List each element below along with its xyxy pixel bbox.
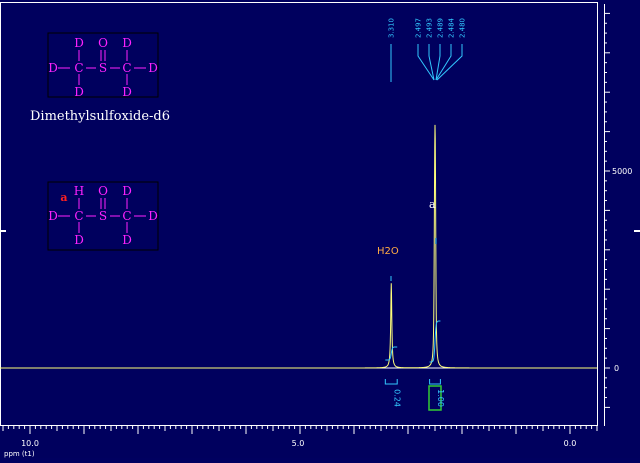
x-tick-label: 10.0 — [21, 439, 39, 448]
atom: D — [148, 209, 158, 223]
background — [0, 0, 640, 458]
peak-pick-label: 3.310 — [388, 18, 396, 38]
atom: D — [74, 36, 84, 50]
nmr-spectrum-chart: 3.310 2.497 2.493 2.489 2.484 2.480 0.24 1.00 … — [0, 0, 640, 458]
atom: D — [122, 36, 132, 50]
right-axis-line — [604, 4, 605, 426]
peak-label-h2o: H2O — [377, 246, 399, 257]
x-tick-label: 5.0 — [292, 439, 305, 448]
atom: C — [122, 61, 131, 75]
atom: S — [99, 61, 107, 75]
atom: D — [74, 85, 84, 99]
y-tick-label: 5000 — [612, 167, 632, 176]
integral-value: 0.24 — [392, 389, 401, 407]
atom: C — [74, 61, 83, 75]
atom: O — [98, 184, 108, 198]
atom: C — [74, 209, 83, 223]
atom: D — [48, 61, 58, 75]
proton-marker-a: a — [60, 191, 67, 204]
atom: S — [99, 209, 107, 223]
structure-caption: Dimethylsulfoxide-d6 — [30, 109, 170, 124]
atom: O — [98, 36, 108, 50]
x-tick-label: 0.0 — [564, 439, 577, 448]
atom: H — [74, 184, 84, 198]
atom: D — [148, 61, 158, 75]
peak-pick-label: 2.484 — [448, 17, 456, 38]
atom: C — [122, 209, 131, 223]
peak-pick-label: 2.480 — [459, 18, 467, 38]
x-axis-label: ppm (t1) — [4, 450, 35, 458]
atom: D — [122, 85, 132, 99]
integral-value: 1.00 — [436, 389, 445, 407]
peak-label-a: a — [429, 198, 436, 211]
peak-pick-label: 2.489 — [437, 18, 445, 38]
spectrum-window: 3.310 2.497 2.493 2.489 2.484 2.480 0.24 1.00 … — [0, 0, 640, 458]
peak-pick-label: 2.493 — [426, 18, 434, 38]
atom: D — [122, 184, 132, 198]
atom: D — [74, 233, 84, 247]
atom: D — [122, 233, 132, 247]
y-tick-label: 0 — [614, 364, 619, 373]
atom: D — [48, 209, 58, 223]
peak-pick-label: 2.497 — [415, 18, 423, 38]
